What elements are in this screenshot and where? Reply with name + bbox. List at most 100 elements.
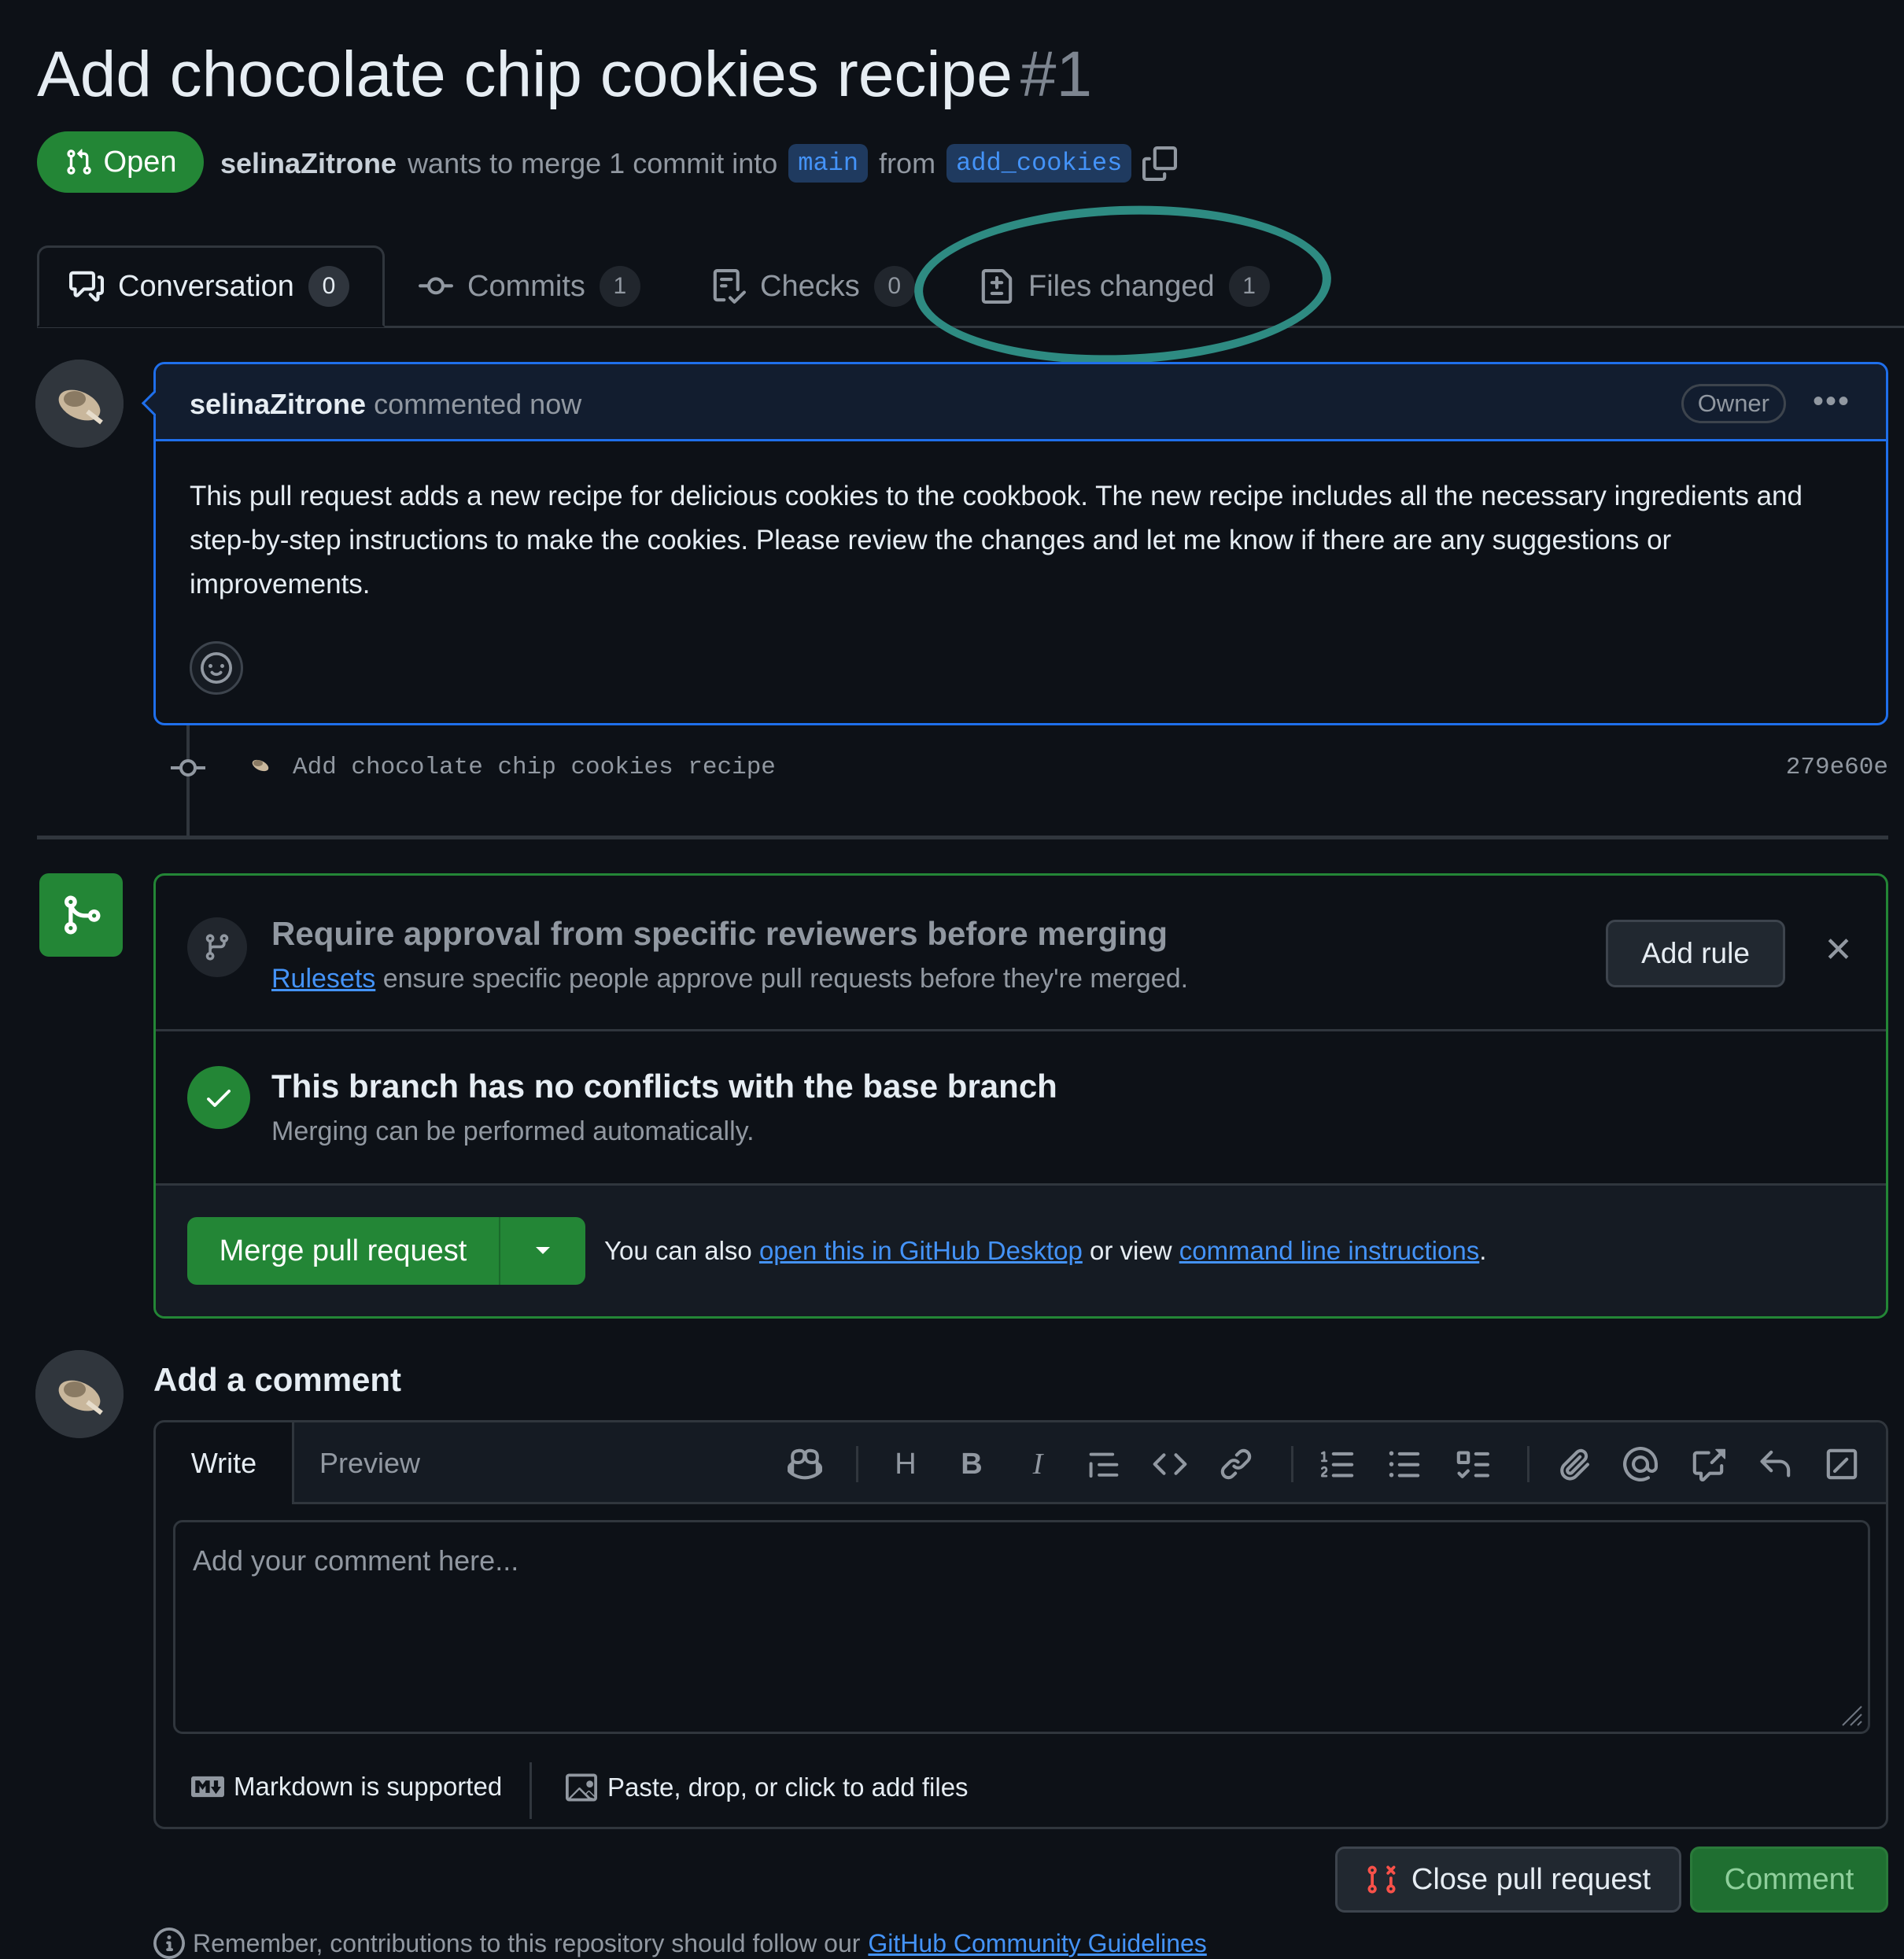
tasklist-icon[interactable] (1452, 1444, 1492, 1484)
add-rule-button[interactable]: Add rule (1606, 920, 1785, 987)
pr-state-label: Open (103, 145, 177, 179)
comment-author-line: selinaZitrone commented now (190, 388, 581, 421)
comment-header: selinaZitrone commented now Owner ••• (156, 364, 1886, 441)
tab-preview[interactable]: Preview (319, 1422, 420, 1504)
add-comment-heading: Add a comment (153, 1361, 402, 1398)
tab-write[interactable]: Write (156, 1422, 294, 1504)
avatar[interactable] (35, 1350, 124, 1438)
tab-checks[interactable]: Checks 0 (711, 245, 915, 327)
command-line-link[interactable]: command line instructions (1179, 1236, 1480, 1265)
cross-reference-icon[interactable] (1688, 1444, 1728, 1484)
toolbar-separator (1527, 1446, 1529, 1482)
check-icon (187, 1066, 250, 1129)
editor-footer: Markdown is supported Paste, drop, or cl… (156, 1754, 1886, 1825)
italic-icon[interactable]: I (1018, 1444, 1057, 1484)
close-pull-request-label: Close pull request (1411, 1862, 1651, 1896)
kebab-horizontal-icon[interactable]: ••• (1813, 386, 1850, 417)
list-unordered-icon[interactable] (1385, 1444, 1424, 1484)
github-desktop-link[interactable]: open this in GitHub Desktop (759, 1236, 1083, 1265)
list-ordered-icon[interactable] (1319, 1444, 1358, 1484)
comment-box: selinaZitrone commented now Owner ••• Th… (141, 362, 1888, 725)
quote-icon[interactable] (1084, 1444, 1124, 1484)
or-view-text: or view (1090, 1236, 1172, 1265)
tab-conversation[interactable]: Conversation 0 (37, 245, 385, 327)
link-icon[interactable] (1216, 1444, 1256, 1484)
tab-conversation-label: Conversation (118, 269, 294, 303)
ruleset-desc-text: ensure specific people approve pull requ… (382, 964, 1189, 994)
merge-button-group: Merge pull request (187, 1217, 585, 1285)
conflicts-status: This branch has no conflicts with the ba… (156, 1031, 1886, 1186)
merge-pull-request-button[interactable]: Merge pull request (187, 1217, 500, 1285)
community-guidelines-link[interactable]: GitHub Community Guidelines (868, 1929, 1206, 1958)
comment-discussion-icon (69, 269, 104, 304)
tab-conversation-counter: 0 (308, 266, 349, 307)
paperclip-icon[interactable] (1555, 1444, 1594, 1484)
git-commit-icon (171, 757, 205, 779)
bold-icon[interactable]: B (952, 1444, 991, 1484)
toolbar-separator (856, 1446, 858, 1482)
commit-author-avatar[interactable] (246, 751, 275, 780)
pr-author-link[interactable]: selinaZitrone (220, 147, 397, 180)
markdown-note-label: Markdown is supported (234, 1772, 503, 1801)
info-icon (153, 1928, 185, 1959)
attach-files[interactable]: Paste, drop, or click to add files (565, 1772, 969, 1803)
fullscreen-icon[interactable] (1822, 1444, 1862, 1484)
merge-box: Require approval from specific reviewers… (153, 873, 1888, 1319)
rulesets-link[interactable]: Rulesets (271, 964, 375, 994)
pr-meta: selinaZitrone wants to merge 1 commit in… (220, 144, 1178, 183)
annotation-ellipse (911, 198, 1334, 371)
pr-number: #1 (1020, 39, 1093, 110)
editor-header: Write Preview H B I (156, 1422, 1886, 1504)
comment-textarea[interactable]: Add your comment here... (173, 1520, 1870, 1734)
base-branch-label[interactable]: main (788, 144, 869, 183)
head-branch-label[interactable]: add_cookies (946, 144, 1132, 183)
toolbar-separator (1291, 1446, 1293, 1482)
tab-checks-counter: 0 (873, 266, 915, 307)
heading-icon[interactable]: H (886, 1444, 925, 1484)
pr-title-text: Add chocolate chip cookies recipe (37, 39, 1013, 110)
commit-message-link[interactable]: Add chocolate chip cookies recipe (293, 754, 776, 781)
tab-commits-label: Commits (467, 269, 585, 303)
mention-icon[interactable] (1621, 1444, 1660, 1484)
comment-timestamp: commented now (374, 388, 582, 420)
also-prefix: You can also (604, 1236, 752, 1265)
comment-button[interactable]: Comment (1690, 1846, 1888, 1913)
tab-commits[interactable]: Commits 1 (419, 245, 640, 327)
git-pull-request-closed-icon (1366, 1864, 1397, 1895)
tab-commits-counter: 1 (599, 266, 640, 307)
ruleset-prompt: Require approval from specific reviewers… (156, 876, 1886, 1031)
git-branch-icon (187, 917, 247, 977)
conflicts-desc: Merging can be performed automatically. (271, 1116, 755, 1146)
resize-handle-icon[interactable] (1836, 1700, 1863, 1727)
merge-alternatives: You can also open this in GitHub Desktop… (604, 1236, 1486, 1266)
smiley-icon[interactable] (190, 641, 243, 695)
timeline-divider (37, 836, 1888, 839)
timeline-line (186, 725, 190, 836)
markdown-note[interactable]: Markdown is supported (191, 1772, 502, 1802)
owner-badge: Owner (1681, 384, 1786, 423)
git-merge-icon (39, 873, 123, 957)
comment-editor: Write Preview H B I Add your comment her… (153, 1420, 1888, 1829)
code-icon[interactable] (1150, 1444, 1190, 1484)
conflicts-title: This branch has no conflicts with the ba… (271, 1068, 1057, 1105)
merge-text-2: from (879, 146, 936, 179)
copy-icon[interactable] (1142, 146, 1178, 181)
comment-placeholder: Add your comment here... (193, 1544, 519, 1577)
merge-text-1: wants to merge 1 commit into (408, 146, 778, 179)
close-pull-request-button[interactable]: Close pull request (1335, 1846, 1681, 1913)
guidelines-text: Remember, contributions to this reposito… (193, 1928, 861, 1957)
git-pull-request-icon (65, 148, 93, 176)
reply-icon[interactable] (1755, 1444, 1795, 1484)
git-commit-icon (419, 269, 453, 304)
ruleset-desc: Rulesets ensure specific people approve … (271, 964, 1188, 994)
pr-title: Add chocolate chip cookies recipe #1 (37, 38, 1092, 112)
pr-state-badge: Open (37, 131, 204, 193)
close-icon[interactable]: ✕ (1824, 931, 1853, 970)
copilot-icon[interactable] (785, 1444, 825, 1484)
commit-sha-link[interactable]: 279e60e (1786, 754, 1888, 781)
comment-author[interactable]: selinaZitrone (190, 388, 366, 420)
contribution-guidelines: Remember, contributions to this reposito… (153, 1928, 1207, 1959)
avatar[interactable] (35, 360, 124, 448)
triangle-down-icon[interactable] (500, 1217, 585, 1285)
period: . (1479, 1236, 1487, 1265)
